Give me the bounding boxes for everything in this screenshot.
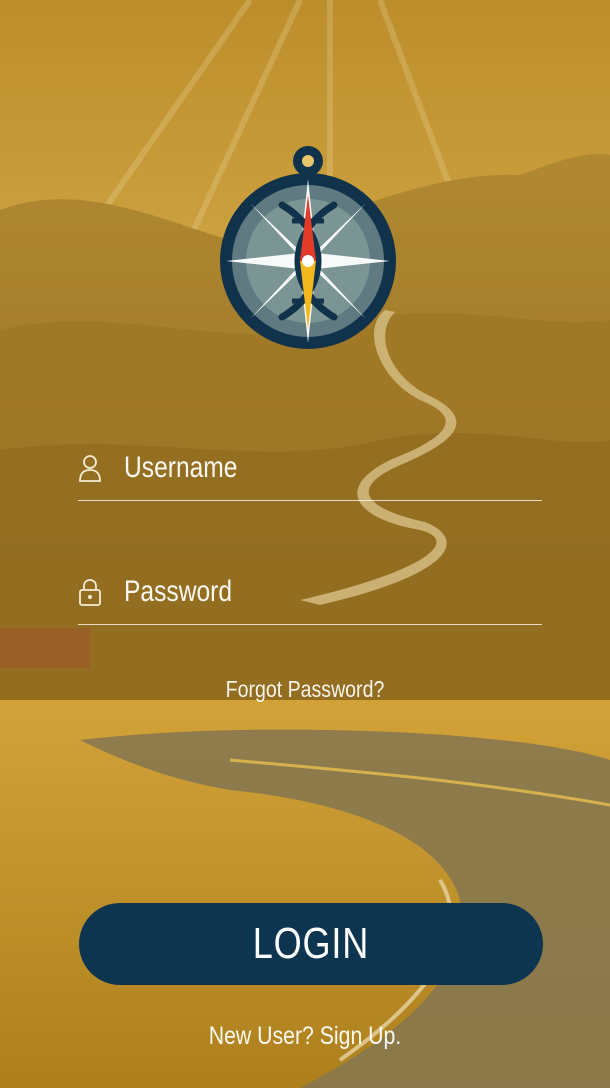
password-field xyxy=(78,566,542,625)
login-button[interactable]: LOGIN xyxy=(79,903,543,985)
lock-icon xyxy=(79,579,101,606)
password-input[interactable] xyxy=(124,570,452,614)
compass-dna-logo xyxy=(220,146,396,349)
username-field xyxy=(78,442,542,501)
signup-link[interactable]: New User? Sign Up. xyxy=(46,1022,565,1051)
login-button-label: LOGIN xyxy=(252,919,370,968)
username-input[interactable] xyxy=(124,446,452,490)
login-screen: Forgot Password? LOGIN New User? Sign Up… xyxy=(0,0,610,1088)
forgot-password-link[interactable]: Forgot Password? xyxy=(46,676,565,703)
user-icon xyxy=(79,455,101,482)
